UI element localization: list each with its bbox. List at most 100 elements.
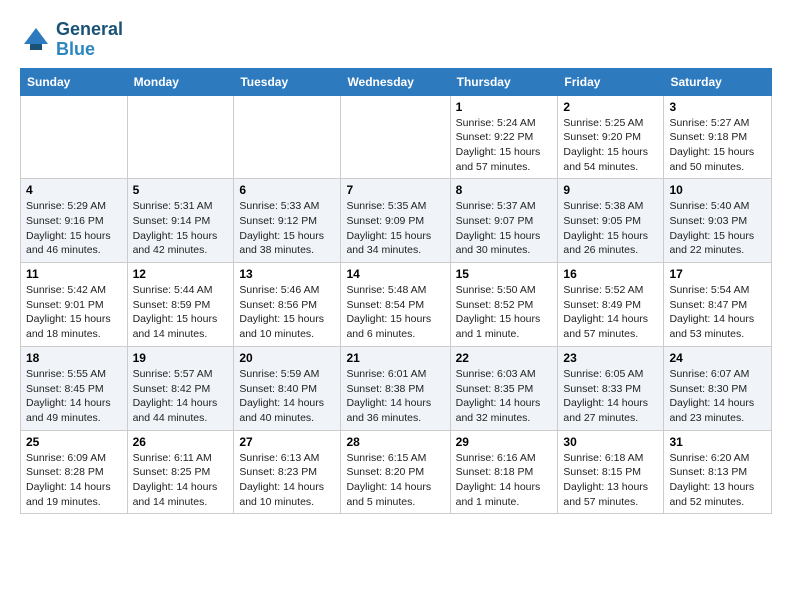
day-info: Sunrise: 5:24 AM Sunset: 9:22 PM Dayligh… [456, 116, 553, 175]
calendar-cell: 6 Sunrise: 5:33 AM Sunset: 9:12 PM Daylig… [234, 179, 341, 263]
day-info: Sunrise: 5:52 AM Sunset: 8:49 PM Dayligh… [563, 283, 658, 342]
day-number: 14 [346, 267, 444, 281]
calendar-cell: 11Sunrise: 5:42 AM Sunset: 9:01 PM Dayli… [21, 263, 128, 347]
day-info: Sunrise: 6:07 AM Sunset: 8:30 PM Dayligh… [669, 367, 766, 426]
day-info: Sunrise: 6:03 AM Sunset: 8:35 PM Dayligh… [456, 367, 553, 426]
day-info: Sunrise: 5:48 AM Sunset: 8:54 PM Dayligh… [346, 283, 444, 342]
calendar-week-row: 25 Sunrise: 6:09 AM Sunset: 8:28 PM Dayli… [21, 430, 772, 514]
day-number: 22 [456, 351, 553, 365]
calendar-cell [127, 95, 234, 179]
day-number: 1 [456, 100, 553, 114]
day-number: 7 [346, 183, 444, 197]
day-info: Sunrise: 5:44 AM Sunset: 8:59 PM Dayligh… [133, 283, 229, 342]
calendar-cell: 12 Sunrise: 5:44 AM Sunset: 8:59 PM Dayli… [127, 263, 234, 347]
day-info: Sunrise: 5:37 AM Sunset: 9:07 PM Dayligh… [456, 199, 553, 258]
calendar-cell: 10 Sunrise: 5:40 AM Sunset: 9:03 PM Dayli… [664, 179, 772, 263]
day-number: 28 [346, 435, 444, 449]
weekday-header: Friday [558, 68, 664, 95]
calendar-week-row: 18 Sunrise: 5:55 AM Sunset: 8:45 PM Dayli… [21, 346, 772, 430]
day-number: 26 [133, 435, 229, 449]
day-info: Sunrise: 5:31 AM Sunset: 9:14 PM Dayligh… [133, 199, 229, 258]
calendar-cell: 21 Sunrise: 6:01 AM Sunset: 8:38 PM Dayli… [341, 346, 450, 430]
day-number: 2 [563, 100, 658, 114]
calendar-cell: 27 Sunrise: 6:13 AM Sunset: 8:23 PM Dayli… [234, 430, 341, 514]
day-number: 16 [563, 267, 658, 281]
calendar-cell: 20 Sunrise: 5:59 AM Sunset: 8:40 PM Dayli… [234, 346, 341, 430]
weekday-header: Saturday [664, 68, 772, 95]
day-number: 31 [669, 435, 766, 449]
day-info: Sunrise: 5:42 AM Sunset: 9:01 PM Dayligh… [26, 283, 122, 342]
day-number: 9 [563, 183, 658, 197]
day-number: 24 [669, 351, 766, 365]
day-number: 25 [26, 435, 122, 449]
day-info: Sunrise: 5:33 AM Sunset: 9:12 PM Dayligh… [239, 199, 335, 258]
day-number: 12 [133, 267, 229, 281]
logo-text: General Blue [56, 20, 123, 60]
day-number: 6 [239, 183, 335, 197]
day-info: Sunrise: 5:40 AM Sunset: 9:03 PM Dayligh… [669, 199, 766, 258]
day-info: Sunrise: 6:16 AM Sunset: 8:18 PM Dayligh… [456, 451, 553, 510]
day-info: Sunrise: 6:11 AM Sunset: 8:25 PM Dayligh… [133, 451, 229, 510]
day-info: Sunrise: 6:13 AM Sunset: 8:23 PM Dayligh… [239, 451, 335, 510]
calendar-table: SundayMondayTuesdayWednesdayThursdayFrid… [20, 68, 772, 515]
calendar-cell: 26 Sunrise: 6:11 AM Sunset: 8:25 PM Dayli… [127, 430, 234, 514]
day-info: Sunrise: 6:20 AM Sunset: 8:13 PM Dayligh… [669, 451, 766, 510]
weekday-header: Sunday [21, 68, 128, 95]
day-number: 17 [669, 267, 766, 281]
calendar-cell: 29 Sunrise: 6:16 AM Sunset: 8:18 PM Dayli… [450, 430, 558, 514]
day-number: 8 [456, 183, 553, 197]
calendar-cell: 3Sunrise: 5:27 AM Sunset: 9:18 PM Daylig… [664, 95, 772, 179]
day-number: 13 [239, 267, 335, 281]
calendar-cell: 1 Sunrise: 5:24 AM Sunset: 9:22 PM Daylig… [450, 95, 558, 179]
weekday-header: Wednesday [341, 68, 450, 95]
calendar-cell [21, 95, 128, 179]
day-info: Sunrise: 6:09 AM Sunset: 8:28 PM Dayligh… [26, 451, 122, 510]
calendar-cell [341, 95, 450, 179]
calendar-cell: 24 Sunrise: 6:07 AM Sunset: 8:30 PM Dayli… [664, 346, 772, 430]
day-number: 20 [239, 351, 335, 365]
day-number: 15 [456, 267, 553, 281]
calendar-cell: 28Sunrise: 6:15 AM Sunset: 8:20 PM Dayli… [341, 430, 450, 514]
day-number: 27 [239, 435, 335, 449]
day-number: 21 [346, 351, 444, 365]
day-info: Sunrise: 5:46 AM Sunset: 8:56 PM Dayligh… [239, 283, 335, 342]
day-info: Sunrise: 5:38 AM Sunset: 9:05 PM Dayligh… [563, 199, 658, 258]
calendar-week-row: 11Sunrise: 5:42 AM Sunset: 9:01 PM Dayli… [21, 263, 772, 347]
day-info: Sunrise: 5:50 AM Sunset: 8:52 PM Dayligh… [456, 283, 553, 342]
calendar-cell: 23 Sunrise: 6:05 AM Sunset: 8:33 PM Dayli… [558, 346, 664, 430]
weekday-header: Thursday [450, 68, 558, 95]
calendar-body: 1 Sunrise: 5:24 AM Sunset: 9:22 PM Daylig… [21, 95, 772, 514]
calendar-week-row: 1 Sunrise: 5:24 AM Sunset: 9:22 PM Daylig… [21, 95, 772, 179]
day-info: Sunrise: 6:05 AM Sunset: 8:33 PM Dayligh… [563, 367, 658, 426]
calendar-cell: 2 Sunrise: 5:25 AM Sunset: 9:20 PM Daylig… [558, 95, 664, 179]
calendar-header-row: SundayMondayTuesdayWednesdayThursdayFrid… [21, 68, 772, 95]
day-number: 18 [26, 351, 122, 365]
calendar-cell: 8 Sunrise: 5:37 AM Sunset: 9:07 PM Daylig… [450, 179, 558, 263]
day-info: Sunrise: 5:55 AM Sunset: 8:45 PM Dayligh… [26, 367, 122, 426]
calendar-cell: 22 Sunrise: 6:03 AM Sunset: 8:35 PM Dayli… [450, 346, 558, 430]
day-number: 10 [669, 183, 766, 197]
day-info: Sunrise: 5:25 AM Sunset: 9:20 PM Dayligh… [563, 116, 658, 175]
calendar-cell: 4 Sunrise: 5:29 AM Sunset: 9:16 PM Daylig… [21, 179, 128, 263]
day-info: Sunrise: 5:35 AM Sunset: 9:09 PM Dayligh… [346, 199, 444, 258]
calendar-cell: 19Sunrise: 5:57 AM Sunset: 8:42 PM Dayli… [127, 346, 234, 430]
calendar-cell: 30Sunrise: 6:18 AM Sunset: 8:15 PM Dayli… [558, 430, 664, 514]
day-info: Sunrise: 5:59 AM Sunset: 8:40 PM Dayligh… [239, 367, 335, 426]
calendar-cell: 16 Sunrise: 5:52 AM Sunset: 8:49 PM Dayli… [558, 263, 664, 347]
header: General Blue [20, 16, 772, 60]
day-number: 4 [26, 183, 122, 197]
day-number: 5 [133, 183, 229, 197]
calendar-week-row: 4 Sunrise: 5:29 AM Sunset: 9:16 PM Daylig… [21, 179, 772, 263]
day-info: Sunrise: 6:01 AM Sunset: 8:38 PM Dayligh… [346, 367, 444, 426]
day-info: Sunrise: 5:29 AM Sunset: 9:16 PM Dayligh… [26, 199, 122, 258]
day-number: 23 [563, 351, 658, 365]
day-number: 19 [133, 351, 229, 365]
day-info: Sunrise: 5:27 AM Sunset: 9:18 PM Dayligh… [669, 116, 766, 175]
calendar-cell: 18 Sunrise: 5:55 AM Sunset: 8:45 PM Dayli… [21, 346, 128, 430]
day-number: 29 [456, 435, 553, 449]
calendar-cell: 17Sunrise: 5:54 AM Sunset: 8:47 PM Dayli… [664, 263, 772, 347]
logo-icon [20, 24, 52, 56]
day-info: Sunrise: 6:18 AM Sunset: 8:15 PM Dayligh… [563, 451, 658, 510]
calendar-cell: 25 Sunrise: 6:09 AM Sunset: 8:28 PM Dayli… [21, 430, 128, 514]
weekday-header: Monday [127, 68, 234, 95]
